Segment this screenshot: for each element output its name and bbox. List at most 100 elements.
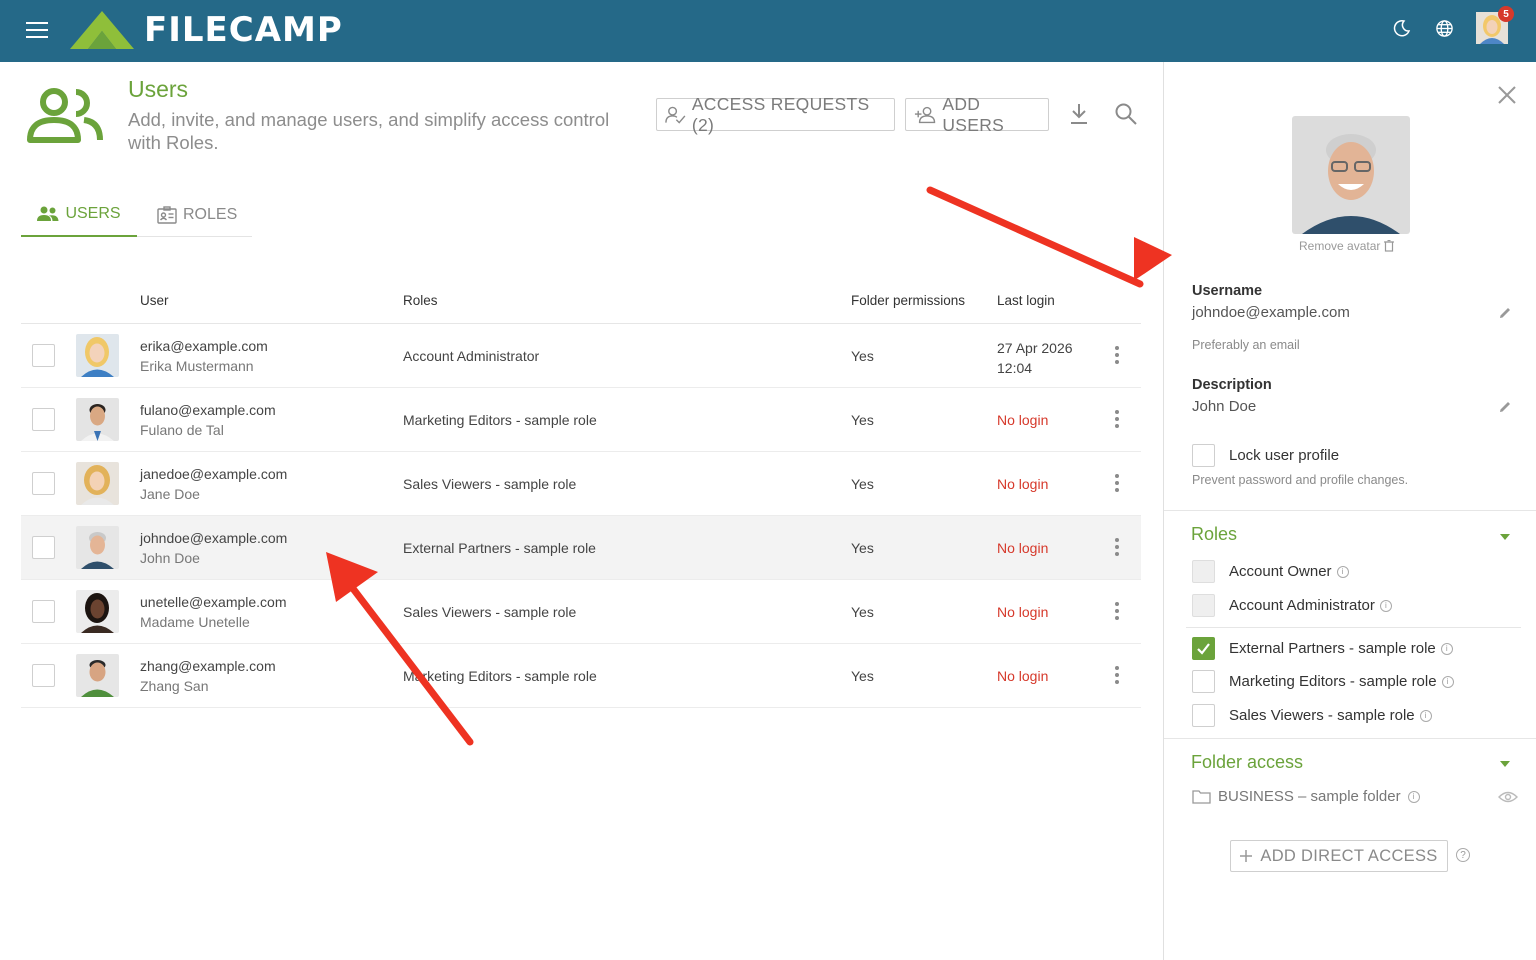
- row-checkbox[interactable]: [32, 600, 55, 623]
- folder-permissions: Yes: [851, 412, 874, 428]
- user-role: Sales Viewers - sample role: [403, 476, 577, 492]
- language-globe-icon[interactable]: [1434, 18, 1454, 38]
- filecamp-logo[interactable]: FILECAMP: [68, 8, 343, 52]
- table-row[interactable]: janedoe@example.com Jane Doe Sales Viewe…: [21, 452, 1141, 516]
- role-option: Account Owner i: [1229, 563, 1349, 580]
- tab-users-label: USERS: [65, 204, 121, 222]
- user-email[interactable]: zhang@example.com: [140, 658, 276, 674]
- role-checkbox-account-owner: [1192, 560, 1215, 583]
- user-email[interactable]: johndoe@example.com: [140, 530, 287, 546]
- row-menu-icon[interactable]: [1111, 666, 1123, 686]
- add-users-button[interactable]: ADD USERS: [905, 94, 1049, 135]
- roles-collapse-caret-icon[interactable]: [1500, 534, 1510, 540]
- annotation-arrow-right: [926, 186, 1144, 288]
- column-user[interactable]: User: [140, 293, 169, 308]
- info-icon[interactable]: i: [1441, 675, 1454, 688]
- user-email[interactable]: fulano@example.com: [140, 402, 276, 418]
- roles-section-title[interactable]: Roles: [1191, 524, 1237, 545]
- user-role: Marketing Editors - sample role: [403, 668, 597, 684]
- folder-icon: [1192, 790, 1211, 804]
- role-checkbox-sales-viewers[interactable]: [1192, 704, 1215, 727]
- user-email[interactable]: janedoe@example.com: [140, 466, 287, 482]
- role-checkbox-account-administrator: [1192, 594, 1215, 617]
- row-checkbox[interactable]: [32, 472, 55, 495]
- top-bar: FILECAMP 5: [0, 0, 1536, 62]
- table-header: User Roles Folder permissions Last login: [21, 280, 1141, 324]
- checkmark-icon: [1197, 643, 1210, 655]
- row-menu-icon[interactable]: [1111, 346, 1123, 366]
- row-checkbox[interactable]: [32, 536, 55, 559]
- users-icon: [37, 206, 59, 221]
- user-email[interactable]: erika@example.com: [140, 338, 268, 354]
- table-row[interactable]: zhang@example.com Zhang San Marketing Ed…: [21, 644, 1141, 708]
- tab-bar: USERS ROLES: [21, 192, 252, 237]
- row-menu-icon[interactable]: [1111, 474, 1123, 494]
- remove-avatar-button[interactable]: Remove avatar: [1299, 239, 1395, 253]
- info-icon[interactable]: i: [1336, 565, 1349, 578]
- column-roles[interactable]: Roles: [403, 293, 438, 308]
- close-icon[interactable]: [1498, 86, 1516, 104]
- main-panel: Users Add, invite, and manage users, and…: [0, 62, 1163, 960]
- folder-access-collapse-caret-icon[interactable]: [1500, 761, 1510, 767]
- folder-name: BUSINESS – sample folder: [1218, 788, 1401, 805]
- row-menu-icon[interactable]: [1111, 538, 1123, 558]
- edit-description-pencil-icon[interactable]: [1498, 400, 1512, 414]
- dark-mode-icon[interactable]: [1392, 18, 1412, 38]
- row-checkbox[interactable]: [32, 408, 55, 431]
- avatar: [76, 462, 119, 505]
- description-label: Description: [1192, 377, 1272, 393]
- row-menu-icon[interactable]: [1111, 410, 1123, 430]
- eye-icon[interactable]: [1498, 790, 1518, 804]
- info-icon[interactable]: i: [1407, 790, 1420, 803]
- folder-permissions: Yes: [851, 348, 874, 364]
- info-icon[interactable]: i: [1440, 642, 1453, 655]
- role-label: Sales Viewers - sample role: [1229, 707, 1415, 724]
- account-avatar[interactable]: 5: [1476, 6, 1514, 44]
- tab-roles-label: ROLES: [183, 205, 238, 223]
- remove-avatar-label: Remove avatar: [1299, 239, 1381, 253]
- divider: [1164, 510, 1536, 511]
- user-name: Erika Mustermann: [140, 358, 254, 374]
- folder-permissions: Yes: [851, 668, 874, 684]
- logo-text: FILECAMP: [144, 10, 343, 50]
- plus-icon: [1240, 850, 1253, 862]
- table-row[interactable]: fulano@example.com Fulano de Tal Marketi…: [21, 388, 1141, 452]
- add-user-icon: [914, 106, 936, 123]
- download-icon[interactable]: [1069, 102, 1089, 126]
- user-avatar-large[interactable]: [1292, 116, 1410, 234]
- info-icon[interactable]: i: [1419, 709, 1432, 722]
- user-name: Jane Doe: [140, 486, 200, 502]
- user-email[interactable]: unetelle@example.com: [140, 594, 287, 610]
- add-direct-access-button[interactable]: ADD DIRECT ACCESS: [1230, 840, 1448, 872]
- edit-username-pencil-icon[interactable]: [1498, 306, 1512, 320]
- role-checkbox-external-partners[interactable]: [1192, 637, 1215, 660]
- row-checkbox[interactable]: [32, 344, 55, 367]
- search-icon[interactable]: [1114, 102, 1138, 126]
- folder-permissions: Yes: [851, 476, 874, 492]
- info-icon[interactable]: i: [1379, 599, 1392, 612]
- help-icon[interactable]: ?: [1456, 848, 1470, 862]
- user-name: Zhang San: [140, 678, 209, 694]
- table-row[interactable]: unetelle@example.com Madame Unetelle Sal…: [21, 580, 1141, 644]
- folder-access-item[interactable]: BUSINESS – sample folder i: [1192, 788, 1420, 805]
- lock-profile-checkbox[interactable]: [1192, 444, 1215, 467]
- table-row-selected[interactable]: johndoe@example.com John Doe External Pa…: [21, 516, 1141, 580]
- column-last-login[interactable]: Last login: [997, 293, 1055, 308]
- row-checkbox[interactable]: [32, 664, 55, 687]
- access-requests-button[interactable]: ACCESS REQUESTS (2): [656, 94, 895, 135]
- table-row[interactable]: erika@example.com Erika Mustermann Accou…: [21, 324, 1141, 388]
- user-role: Marketing Editors - sample role: [403, 412, 597, 428]
- role-option: Account Administrator i: [1229, 597, 1392, 614]
- folder-access-section-title[interactable]: Folder access: [1191, 752, 1303, 773]
- column-folder-permissions[interactable]: Folder permissions: [851, 293, 965, 308]
- row-menu-icon[interactable]: [1111, 602, 1123, 622]
- tab-users[interactable]: USERS: [21, 192, 137, 237]
- users-table: User Roles Folder permissions Last login…: [21, 280, 1141, 708]
- tab-roles[interactable]: ROLES: [157, 192, 237, 237]
- last-login: No login: [997, 604, 1049, 620]
- user-name: Fulano de Tal: [140, 422, 224, 438]
- role-checkbox-marketing-editors[interactable]: [1192, 670, 1215, 693]
- trash-icon: [1384, 240, 1395, 252]
- menu-icon[interactable]: [26, 22, 48, 38]
- divider: [1186, 627, 1521, 628]
